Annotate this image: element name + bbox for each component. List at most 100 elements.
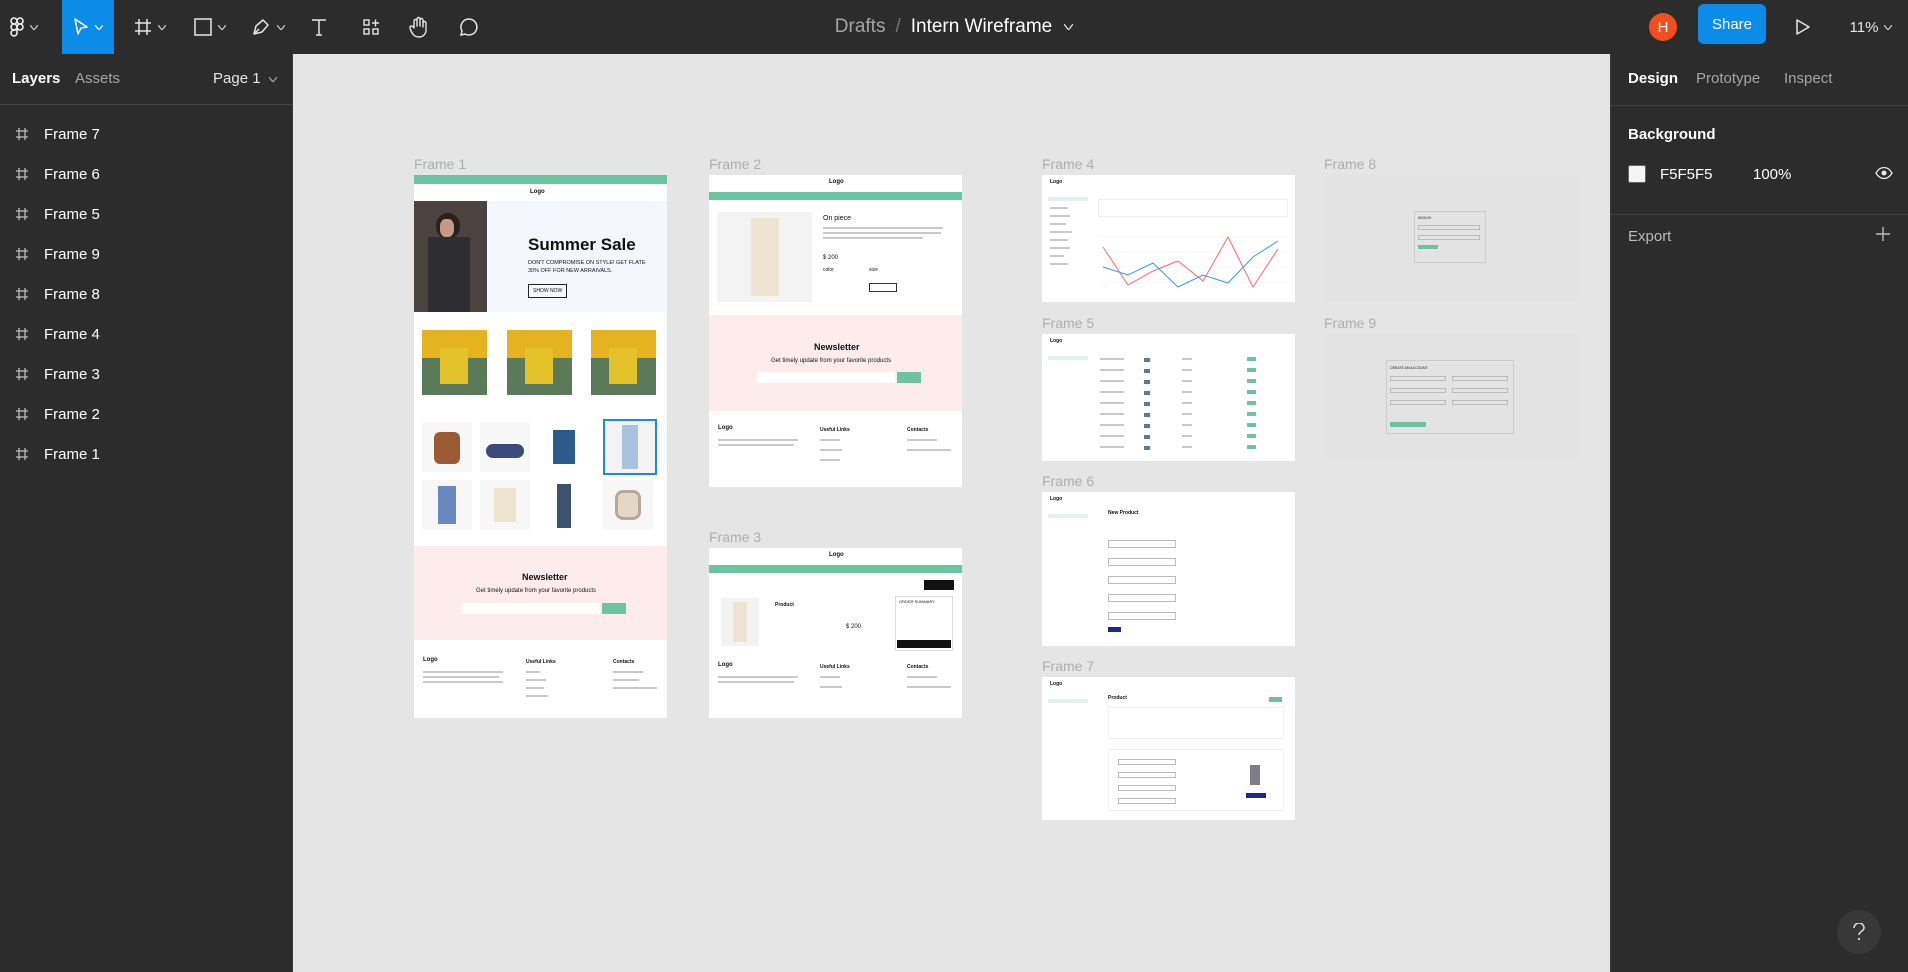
background-hex[interactable]: F5F5F5	[1660, 166, 1713, 183]
layer-item[interactable]: Frame 2	[0, 394, 293, 434]
frame-tool-button[interactable]	[128, 0, 172, 54]
tab-layers[interactable]: Layers	[12, 70, 60, 87]
frame-icon	[0, 127, 44, 141]
zoom-menu[interactable]: 11%	[1846, 0, 1896, 54]
shop-now-button[interactable]: SHOW NOW	[528, 284, 568, 298]
tab-prototype[interactable]: Prototype	[1696, 70, 1760, 87]
newsletter-submit-button[interactable]	[602, 603, 626, 614]
product-thumb-jeans[interactable]	[539, 480, 589, 530]
color-label: color	[823, 267, 834, 273]
page-name: Page 1	[213, 70, 261, 87]
product-thumb-shoe[interactable]	[480, 422, 530, 472]
toolbar: Drafts / Intern Wireframe H Share 11%	[0, 0, 1908, 54]
checkout-button[interactable]	[924, 580, 954, 590]
frame-6[interactable]: Logo New Product	[1042, 492, 1295, 646]
frame-7-label[interactable]: Frame 7	[1042, 658, 1094, 674]
chevron-down-icon	[268, 76, 278, 83]
canvas[interactable]: Frame 1 Logo Summer Sale DON'T COMPROMIS…	[293, 54, 1610, 972]
breadcrumb-separator: /	[895, 16, 901, 37]
frame-5[interactable]: Logo	[1042, 334, 1295, 461]
frame-2-label[interactable]: Frame 2	[709, 156, 761, 172]
product-thumb-bag[interactable]	[422, 422, 472, 472]
update-product-button[interactable]	[1246, 793, 1266, 798]
product-thumb-jumpsuit-selected[interactable]	[603, 419, 657, 475]
frame-9[interactable]: CREATE AN ACCOUNT	[1324, 334, 1577, 461]
page-selector[interactable]: Page 1	[213, 70, 278, 87]
main-menu-button[interactable]	[4, 0, 44, 54]
layer-item[interactable]: Frame 4	[0, 314, 293, 354]
frame-3[interactable]: Logo Product $ 200 ORDER SUMMARY Logo Us…	[709, 548, 962, 718]
add-export-button[interactable]	[1875, 226, 1891, 247]
layer-item[interactable]: Frame 5	[0, 194, 293, 234]
create-account-button[interactable]	[1390, 422, 1426, 427]
share-button[interactable]: Share	[1698, 4, 1766, 44]
category-card-3[interactable]	[591, 330, 656, 395]
frame-1[interactable]: Logo Summer Sale DON'T COMPROMISE ON STY…	[414, 175, 667, 718]
background-opacity[interactable]: 100%	[1753, 166, 1791, 183]
tab-assets[interactable]: Assets	[75, 70, 120, 87]
background-color-swatch[interactable]	[1628, 165, 1646, 183]
footer-useful-links: Useful Links	[526, 659, 556, 665]
user-avatar[interactable]: H	[1648, 0, 1678, 54]
frame-4[interactable]: Logo	[1042, 175, 1295, 302]
help-button[interactable]	[1837, 910, 1881, 954]
present-button[interactable]	[1788, 0, 1818, 54]
layer-item[interactable]: Frame 9	[0, 234, 293, 274]
frame-7-logo: Logo	[1050, 681, 1063, 687]
layer-label: Frame 7	[44, 125, 100, 143]
comment-icon	[459, 18, 478, 37]
dashboard-line-chart	[1098, 235, 1288, 288]
hand-tool-button[interactable]	[404, 0, 434, 54]
tab-inspect[interactable]: Inspect	[1784, 70, 1832, 87]
resources-tool-button[interactable]	[356, 0, 386, 54]
shape-tool-button[interactable]	[186, 0, 234, 54]
newsletter-email-input[interactable]	[757, 372, 895, 383]
frame-7[interactable]: Logo Product	[1042, 677, 1295, 820]
frame-4-label[interactable]: Frame 4	[1042, 156, 1094, 172]
move-tool-button[interactable]	[62, 0, 114, 54]
layer-label: Frame 8	[44, 285, 100, 303]
layer-item[interactable]: Frame 1	[0, 434, 293, 474]
sign-in-button[interactable]	[1418, 245, 1438, 249]
question-mark-icon	[1853, 923, 1865, 941]
visibility-toggle[interactable]	[1875, 166, 1893, 185]
chevron-down-icon[interactable]	[1064, 24, 1074, 30]
layer-item[interactable]: Frame 3	[0, 354, 293, 394]
add-to-cart-button[interactable]	[869, 283, 897, 292]
figma-logo-icon	[10, 17, 24, 37]
product-thumb-watch[interactable]	[603, 480, 653, 530]
breadcrumb-drafts[interactable]: Drafts	[835, 16, 886, 38]
file-name[interactable]: Intern Wireframe	[911, 16, 1052, 38]
frame-5-label[interactable]: Frame 5	[1042, 315, 1094, 331]
chevron-down-icon	[30, 24, 38, 30]
frame-8-label[interactable]: Frame 8	[1324, 156, 1376, 172]
frame-3-logo: Logo	[829, 552, 844, 558]
save-product-button[interactable]	[1108, 627, 1121, 632]
comment-tool-button[interactable]	[454, 0, 484, 54]
tab-design[interactable]: Design	[1628, 70, 1678, 87]
product-thumb-dress[interactable]	[422, 480, 472, 530]
frame-3-label[interactable]: Frame 3	[709, 529, 761, 545]
frame-1-label[interactable]: Frame 1	[414, 156, 466, 172]
hero-image	[414, 201, 487, 312]
layer-item[interactable]: Frame 8	[0, 274, 293, 314]
product-thumb-shirt[interactable]	[539, 422, 589, 472]
text-tool-button[interactable]	[304, 0, 334, 54]
frame-6-label[interactable]: Frame 6	[1042, 473, 1094, 489]
avatar-initial: H	[1649, 13, 1677, 41]
newsletter-email-input[interactable]	[462, 603, 600, 614]
frame-8[interactable]: SIGN IN	[1324, 175, 1577, 302]
place-order-button[interactable]	[897, 640, 951, 648]
frame-2[interactable]: Logo On piece $ 200 color size Newslette…	[709, 175, 962, 487]
layer-label: Frame 5	[44, 205, 100, 223]
category-card-1[interactable]	[422, 330, 487, 395]
product-thumb-romper[interactable]	[480, 480, 530, 530]
pen-tool-button[interactable]	[246, 0, 290, 54]
layer-label: Frame 3	[44, 365, 100, 383]
newsletter-submit-button[interactable]	[897, 372, 921, 383]
category-card-2[interactable]	[507, 330, 572, 395]
layer-item[interactable]: Frame 7	[0, 114, 293, 154]
layer-item[interactable]: Frame 6	[0, 154, 293, 194]
frame-9-label[interactable]: Frame 9	[1324, 315, 1376, 331]
newsletter-subtitle: Get timely update from your favorite pro…	[476, 588, 597, 594]
